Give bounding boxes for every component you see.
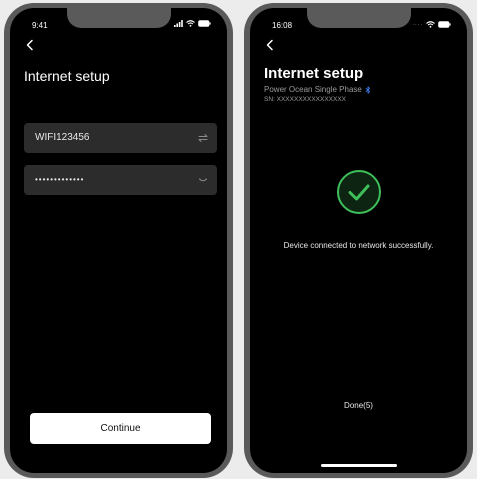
continue-button[interactable]: Continue (30, 413, 211, 444)
status-icons (174, 20, 211, 27)
wifi-icon (426, 20, 435, 28)
home-indicator (320, 464, 397, 467)
wifi-password-value: ••••••••••••• (35, 175, 85, 184)
swap-arrows-icon[interactable] (197, 132, 209, 144)
battery-icon (198, 20, 211, 27)
success-message: Device connected to network successfully… (283, 241, 434, 250)
screen-internet-setup-form: 9:41 Internet setup WIFI123456 •••••••••… (10, 8, 227, 473)
wifi-name-field[interactable]: WIFI123456 (24, 123, 217, 153)
chevron-down-icon[interactable] (197, 174, 209, 186)
serial-number: SN: XXXXXXXXXXXXXXXX (264, 96, 347, 103)
battery-icon (438, 20, 451, 28)
back-icon[interactable] (24, 39, 36, 51)
wifi-name-value: WIFI123456 (35, 132, 90, 143)
signal-icon (174, 20, 183, 27)
notch (66, 8, 171, 28)
wifi-icon (186, 20, 195, 27)
status-time: 9:41 (32, 21, 48, 30)
device-name-row: Power Ocean Single Phase (264, 85, 371, 94)
check-circle-icon (336, 170, 381, 214)
stage: 9:41 Internet setup WIFI123456 •••••••••… (0, 0, 477, 479)
back-icon[interactable] (264, 39, 276, 51)
status-time: 16:08 (272, 21, 293, 30)
wifi-password-field[interactable]: ••••••••••••• (24, 165, 217, 195)
bluetooth-icon (365, 85, 370, 94)
phone-frame-left: 9:41 Internet setup WIFI123456 •••••••••… (4, 3, 233, 478)
page-title: Internet setup (264, 65, 364, 82)
status-dots: .... (412, 21, 423, 27)
device-name: Power Ocean Single Phase (264, 85, 362, 94)
screen-connection-success: 16:08 .... Internet setup Power Ocean Si (250, 8, 467, 473)
notch (306, 8, 411, 28)
phone-frame-right: 16:08 .... Internet setup Power Ocean Si (244, 3, 473, 478)
done-button[interactable]: Done(5) (250, 401, 467, 410)
status-icons: .... (412, 20, 451, 28)
page-title: Internet setup (24, 68, 110, 84)
